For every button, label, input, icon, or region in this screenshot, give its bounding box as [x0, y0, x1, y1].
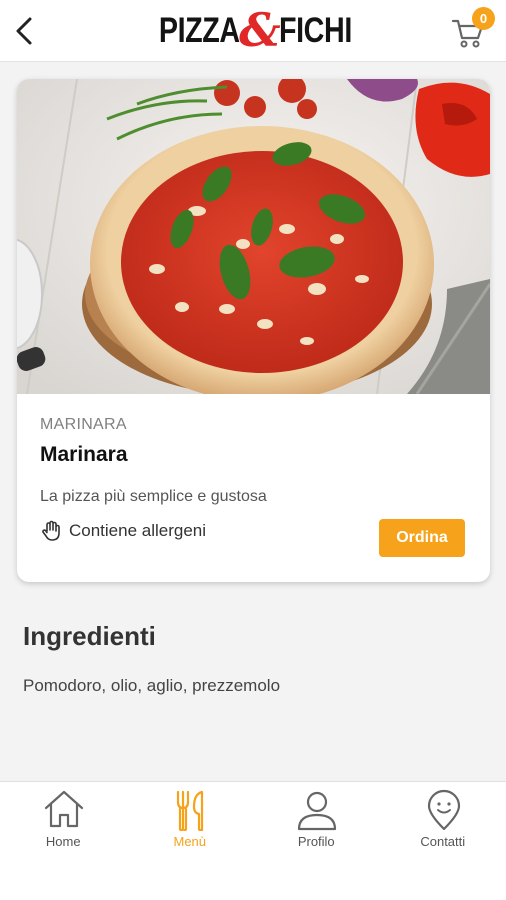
- home-icon: [44, 790, 84, 828]
- product-description: La pizza più semplice e gustosa: [40, 488, 267, 505]
- tab-menu[interactable]: Menù: [127, 782, 254, 862]
- cutlery-icon: [176, 790, 203, 831]
- product-name: Marinara: [40, 443, 128, 466]
- product-category: MARINARA: [40, 416, 127, 433]
- user-icon: [297, 791, 337, 831]
- tab-menu-label: Menù: [173, 834, 207, 849]
- chevron-left-icon: [16, 17, 32, 45]
- ingredients-title: Ingredienti: [23, 621, 156, 651]
- location-pin-icon: [427, 789, 460, 831]
- tab-contacts-label: Contatti: [420, 834, 466, 849]
- tab-home-label: Home: [45, 834, 81, 849]
- allergen-info[interactable]: Contiene allergeni: [40, 520, 206, 542]
- tab-home[interactable]: Home: [0, 782, 127, 862]
- product-card: MARINARA Marinara La pizza più semplice …: [17, 79, 490, 582]
- pizza-photo: [17, 79, 490, 402]
- tab-profile-label: Profilo: [297, 834, 335, 849]
- tab-contacts[interactable]: Contatti: [380, 782, 506, 862]
- top-bar: PIZZA & FICHI 0: [0, 0, 506, 62]
- brand-logo: PIZZA & FICHI: [159, 3, 352, 57]
- tab-profile[interactable]: Profilo: [253, 782, 380, 862]
- order-button[interactable]: Ordina: [379, 519, 465, 557]
- cart-count-badge: 0: [472, 7, 495, 30]
- hand-icon: [42, 520, 60, 541]
- ingredients-list: Pomodoro, olio, aglio, prezzemolo: [23, 676, 281, 695]
- bottom-tab-bar: Home Menù Profilo Contatti: [0, 781, 506, 900]
- back-button[interactable]: [6, 12, 42, 50]
- allergen-label: Contiene allergeni: [69, 521, 207, 540]
